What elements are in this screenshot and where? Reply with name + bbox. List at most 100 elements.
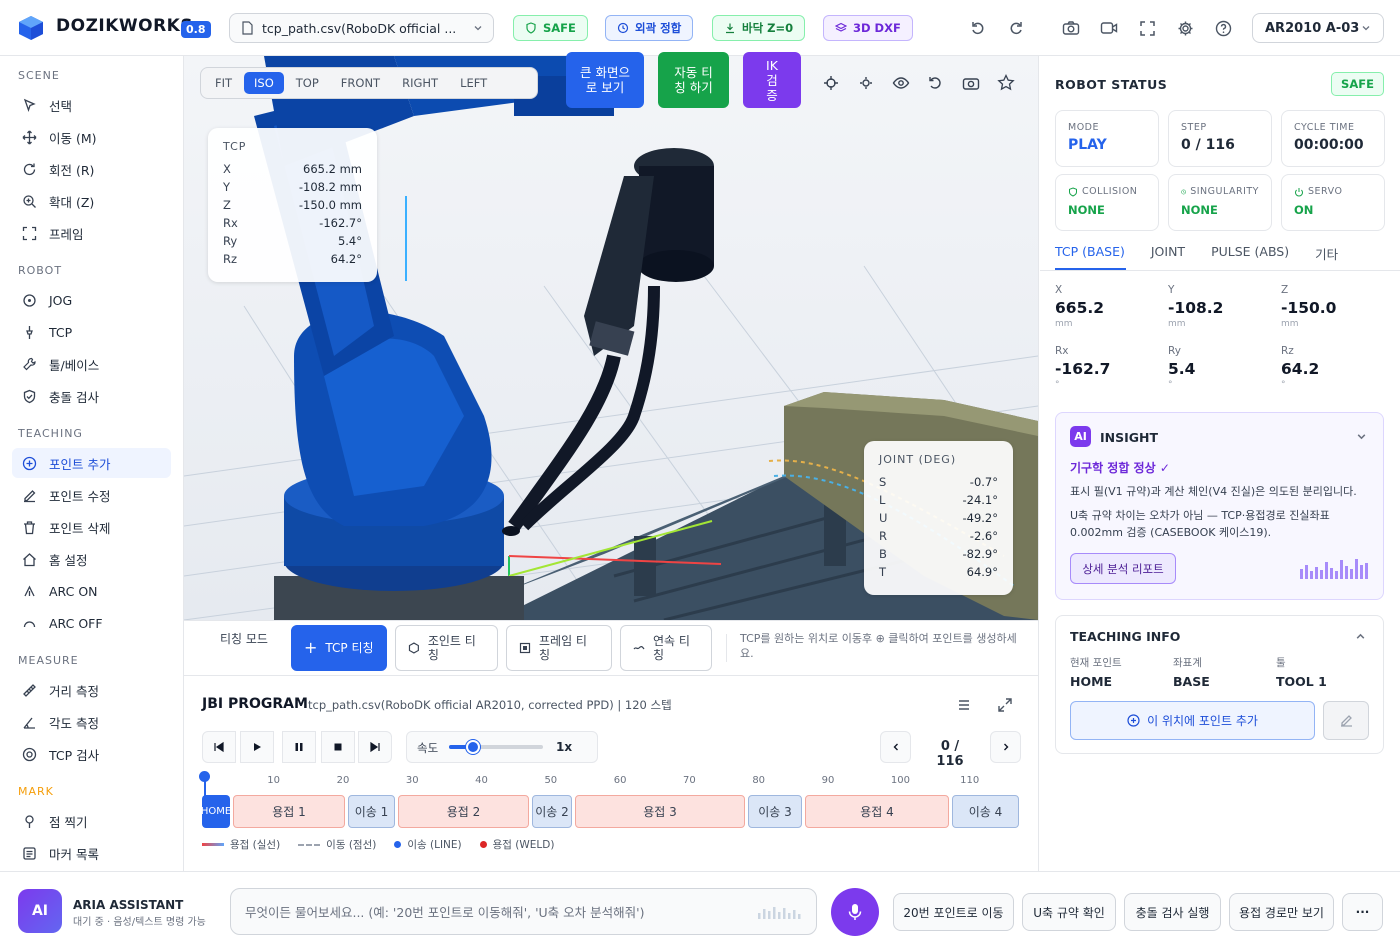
tcp-teach-button[interactable]: + TCP 티칭 — [291, 625, 387, 671]
coord-tab-0[interactable]: TCP (BASE) — [1055, 244, 1125, 263]
pause-button[interactable] — [282, 731, 316, 763]
assistant-input[interactable]: 무엇이든 물어보세요... (예: '20번 포인트로 이동해줘', 'U축 오… — [230, 888, 817, 935]
sidebar-item-arc-off[interactable]: ARC OFF — [12, 608, 171, 638]
ik-verify-button[interactable]: IK 검증 — [743, 52, 801, 108]
sidebar-item-trash[interactable]: 포인트 삭제 — [12, 512, 171, 542]
undo-icon[interactable] — [966, 16, 990, 40]
edit-point-button[interactable] — [1323, 701, 1369, 740]
timeline-segment-home[interactable]: HOME — [202, 795, 230, 828]
timeline-segment-weld[interactable]: 용접 2 — [398, 795, 529, 828]
timeline-segment-weld[interactable]: 용접 4 — [805, 795, 949, 828]
sidebar-item-ruler[interactable]: 거리 측정 — [12, 675, 171, 705]
view-front-button[interactable]: FRONT — [331, 72, 390, 94]
stop-button[interactable] — [321, 731, 355, 763]
sidebar-item-jog[interactable]: JOG — [12, 285, 171, 315]
fullscreen-icon[interactable] — [1135, 16, 1159, 40]
timeline-segment-weld[interactable]: 용접 1 — [233, 795, 345, 828]
sidebar-item-arc-on[interactable]: ARC ON — [12, 576, 171, 606]
skip-end-button[interactable] — [358, 731, 392, 763]
playhead-handle[interactable] — [199, 771, 210, 782]
arc-on-icon — [24, 585, 35, 596]
sidebar-item-list[interactable]: 마커 목록 — [12, 838, 171, 868]
quick-collision-button[interactable]: 충돌 검사 실행 — [1124, 893, 1221, 931]
play-button[interactable] — [240, 731, 274, 763]
sidebar-item-angle[interactable]: 각도 측정 — [12, 707, 171, 737]
sidebar-item-shield[interactable]: 충돌 검사 — [12, 381, 171, 411]
more-button[interactable]: ··· — [1342, 893, 1383, 931]
coord-tab-2[interactable]: PULSE (ABS) — [1211, 244, 1289, 263]
sidebar-item-pin[interactable]: 점 찍기 — [12, 806, 171, 836]
expand-icon[interactable] — [997, 697, 1013, 713]
speed-slider-track[interactable] — [449, 745, 543, 749]
sidebar-item-rotate[interactable]: 회전 (R) — [12, 154, 171, 184]
plus-circle-icon — [1127, 714, 1140, 727]
sidebar-item-label: 각도 측정 — [49, 715, 99, 731]
sidebar-item-plus-circle[interactable]: 포인트 추가 — [12, 448, 171, 478]
timeline-segment-move[interactable]: 이송 1 — [348, 795, 395, 828]
sidebar-item-cursor[interactable]: 선택 — [12, 90, 171, 120]
coord-tab-1[interactable]: JOINT — [1151, 244, 1185, 263]
joint-teach-button[interactable]: 조인트 티칭 — [395, 625, 498, 671]
chevron-down-icon[interactable] — [1356, 431, 1367, 442]
detail-report-button[interactable]: 상세 분석 리포트 — [1070, 553, 1176, 584]
sidebar-item-label: 확대 (Z) — [49, 194, 95, 210]
help-icon[interactable] — [1211, 16, 1235, 40]
robot-select[interactable]: AR2010 A-03 — [1252, 13, 1384, 43]
dxf-chip[interactable]: 3D DXF — [823, 15, 913, 41]
eye-icon[interactable] — [892, 74, 910, 92]
floor-z-chip[interactable]: 바닥 Z=0 — [712, 15, 806, 41]
sidebar-item-move[interactable]: 이동 (M) — [12, 122, 171, 152]
coord-ry: Ry 5.4 ° — [1168, 345, 1195, 390]
big-screen-button[interactable]: 큰 화면으로 보기 — [566, 52, 644, 108]
continuous-teach-button[interactable]: 연속 티칭 — [620, 625, 712, 671]
outline-match-chip[interactable]: 외곽 정합 — [605, 15, 694, 41]
locate-icon[interactable] — [857, 74, 875, 92]
auto-teach-button[interactable]: 자동 티칭 하기 — [658, 52, 729, 108]
sidebar-item-home[interactable]: 홈 설정 — [12, 544, 171, 574]
coord-label: Ry — [1168, 345, 1181, 357]
sidebar-item-label: ARC OFF — [49, 615, 103, 631]
snapshot-icon[interactable] — [962, 74, 980, 92]
view-right-button[interactable]: RIGHT — [392, 72, 448, 94]
sidebar-item-target[interactable]: TCP 검사 — [12, 739, 171, 769]
chevron-up-icon[interactable] — [1355, 631, 1366, 642]
timeline-segment-weld[interactable]: 용접 3 — [575, 795, 745, 828]
video-icon[interactable] — [1097, 16, 1121, 40]
sidebar-item-edit[interactable]: 포인트 수정 — [12, 480, 171, 510]
view-top-button[interactable]: TOP — [286, 72, 329, 94]
view-fit-button[interactable]: FIT — [205, 72, 242, 94]
view-mode-group: FIT ISO TOP FRONT RIGHT LEFT — [200, 67, 538, 99]
mic-button[interactable] — [831, 888, 879, 936]
view-left-button[interactable]: LEFT — [450, 72, 497, 94]
quick-weld-path-button[interactable]: 용접 경로만 보기 — [1229, 893, 1334, 931]
quick-u-axis-button[interactable]: U축 규약 확인 — [1022, 893, 1116, 931]
star-icon[interactable] — [997, 74, 1015, 92]
sidebar-item-tcp[interactable]: TCP — [12, 317, 171, 347]
skip-start-icon — [214, 741, 224, 753]
next-step-button[interactable] — [990, 731, 1021, 763]
timeline-segment-move[interactable]: 이송 3 — [748, 795, 802, 828]
gear-icon[interactable] — [1173, 16, 1197, 40]
timeline-segment-move[interactable]: 이송 4 — [952, 795, 1019, 828]
timeline-segment-move[interactable]: 이송 2 — [532, 795, 572, 828]
view-iso-button[interactable]: ISO — [244, 72, 284, 94]
speed-slider-handle[interactable] — [465, 740, 480, 754]
prev-step-button[interactable] — [880, 731, 911, 763]
sidebar-item-wrench[interactable]: 툴/베이스 — [12, 349, 171, 379]
frame-teach-button[interactable]: 프레임 티칭 — [506, 625, 612, 671]
sidebar-item-frame[interactable]: 프레임 — [12, 218, 171, 248]
file-select[interactable]: tcp_path.csv(RoboDK official ... — [229, 13, 494, 43]
crosshair-icon[interactable] — [822, 74, 840, 92]
reset-view-icon[interactable] — [927, 74, 945, 92]
redo-icon[interactable] — [1004, 16, 1028, 40]
quick-move-20-button[interactable]: 20번 포인트로 이동 — [893, 893, 1014, 931]
play-icon — [254, 743, 261, 751]
sidebar-item-zoom[interactable]: 확대 (Z) — [12, 186, 171, 216]
skip-start-button[interactable] — [202, 731, 236, 763]
readout-axis: Rx — [223, 216, 238, 230]
safe-chip[interactable]: SAFE — [513, 15, 588, 41]
camera-icon[interactable] — [1059, 16, 1083, 40]
add-point-here-button[interactable]: 이 위치에 포인트 추가 — [1070, 701, 1315, 740]
coord-tab-3[interactable]: 기타 — [1315, 244, 1338, 263]
menu-icon[interactable] — [957, 698, 971, 712]
